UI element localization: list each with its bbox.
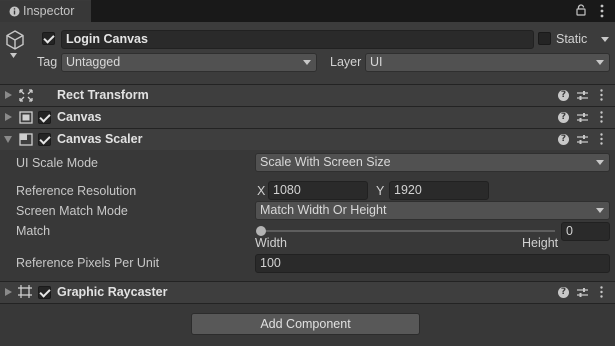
kebab-menu-icon[interactable] [600, 111, 603, 123]
component-enabled-checkbox[interactable] [38, 286, 51, 299]
res-y-label[interactable]: Y [376, 184, 384, 198]
ui-scale-mode-dropdown[interactable]: Scale With Screen Size [255, 153, 610, 172]
ref-pixels-label: Reference Pixels Per Unit [16, 256, 160, 270]
component-header-graphic-raycaster[interactable]: Graphic Raycaster ? [0, 282, 615, 303]
separator [0, 303, 615, 304]
help-icon[interactable]: ? [558, 90, 569, 101]
lock-icon[interactable] [576, 4, 586, 16]
match-max-label: Height [522, 236, 559, 250]
layer-label: Layer [330, 55, 362, 69]
help-icon[interactable]: ? [558, 134, 569, 145]
foldout-collapsed-icon[interactable] [5, 288, 12, 296]
chevron-down-icon [596, 160, 604, 165]
chevron-down-icon [596, 208, 604, 213]
ui-scale-mode-value: Scale With Screen Size [260, 155, 391, 169]
canvas-scaler-icon [19, 133, 33, 146]
res-x-label[interactable]: X [257, 184, 265, 198]
reference-resolution-label: Reference Resolution [16, 184, 137, 198]
static-label: Static [556, 32, 588, 46]
object-name-field[interactable]: Login Canvas [61, 30, 534, 49]
screen-match-mode-label: Screen Match Mode [16, 204, 128, 218]
kebab-menu-icon[interactable] [600, 89, 603, 101]
tab-inspector[interactable]: Inspector [0, 0, 91, 22]
component-header-canvas-scaler[interactable]: Canvas Scaler ? [0, 129, 615, 150]
match-slider-track[interactable] [260, 230, 555, 232]
screen-match-mode-value: Match Width Or Height [260, 203, 387, 217]
help-icon[interactable]: ? [558, 112, 569, 123]
static-dropdown-icon[interactable] [601, 37, 609, 42]
match-value-field[interactable]: 0 [561, 222, 610, 241]
tag-value: Untagged [66, 55, 121, 69]
kebab-menu-icon[interactable] [600, 133, 603, 145]
chevron-down-icon [596, 60, 604, 65]
presets-icon[interactable] [577, 287, 588, 298]
canvas-icon [19, 111, 33, 124]
help-icon[interactable]: ? [558, 287, 569, 298]
component-title: Canvas [57, 110, 102, 124]
graphic-raycaster-icon [18, 285, 32, 298]
component-title: Rect Transform [57, 88, 149, 102]
layer-value: UI [370, 55, 383, 69]
res-y-field[interactable]: 1920 [389, 181, 489, 200]
chevron-down-icon[interactable] [10, 53, 17, 58]
chevron-down-icon [303, 60, 311, 65]
active-checkbox[interactable] [42, 32, 55, 45]
match-min-label: Width [255, 236, 287, 250]
kebab-menu-icon[interactable] [600, 4, 604, 18]
component-header-canvas[interactable]: Canvas ? [0, 107, 615, 128]
add-component-button[interactable]: Add Component [191, 313, 420, 335]
tag-dropdown[interactable]: Untagged [61, 53, 317, 72]
foldout-collapsed-icon[interactable] [5, 91, 12, 99]
presets-icon[interactable] [577, 134, 588, 145]
component-title: Graphic Raycaster [57, 285, 168, 299]
kebab-menu-icon[interactable] [600, 286, 603, 298]
component-title: Canvas Scaler [57, 132, 143, 146]
presets-icon[interactable] [577, 112, 588, 123]
match-label: Match [16, 224, 51, 238]
screen-match-mode-dropdown[interactable]: Match Width Or Height [255, 201, 610, 220]
component-header-rect-transform[interactable]: Rect Transform ? [0, 85, 615, 106]
res-x-field[interactable]: 1080 [268, 181, 368, 200]
tab-label: Inspector [23, 4, 75, 18]
cube-icon [6, 30, 24, 50]
tab-strip [0, 0, 615, 22]
foldout-collapsed-icon[interactable] [5, 113, 12, 121]
inspector-icon [9, 6, 20, 17]
ui-scale-mode-label: UI Scale Mode [16, 156, 98, 170]
presets-icon[interactable] [577, 90, 588, 101]
match-slider-thumb[interactable] [256, 226, 266, 236]
static-checkbox[interactable] [538, 32, 551, 45]
foldout-expanded-icon[interactable] [4, 136, 12, 143]
ref-pixels-field[interactable]: 100 [255, 254, 610, 273]
component-enabled-checkbox[interactable] [38, 133, 51, 146]
component-enabled-checkbox[interactable] [38, 111, 51, 124]
tag-label: Tag [37, 55, 58, 69]
rect-transform-icon [19, 89, 33, 102]
layer-dropdown[interactable]: UI [365, 53, 610, 72]
